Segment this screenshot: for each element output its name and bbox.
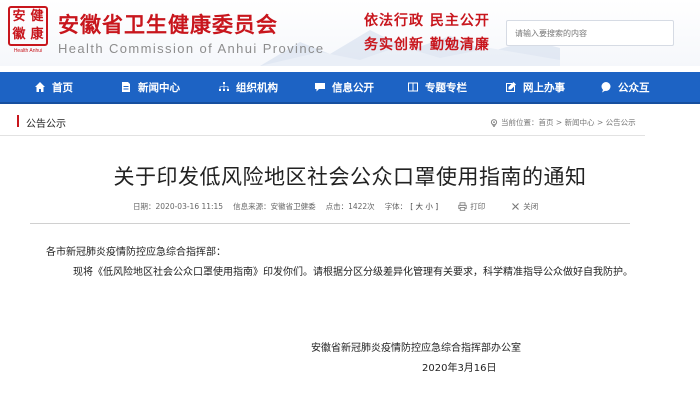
nav-item-label: 网上办事 xyxy=(523,81,565,94)
close-icon xyxy=(512,203,520,210)
breadcrumb: 当前位置： 首页 > 新闻中心 > 公告公示 xyxy=(490,117,636,128)
logo-seal: 安 健 徽 康 xyxy=(8,6,48,46)
nav-item-disclosure[interactable]: 信息公开 xyxy=(314,72,374,102)
speech-icon xyxy=(601,82,611,93)
logo-caption: Health Anhui xyxy=(13,48,43,54)
logo-char: 健 xyxy=(30,9,44,24)
print-label: 打印 xyxy=(470,202,486,211)
nav-item-organization[interactable]: 组织机构 xyxy=(218,72,278,102)
nav-item-online-services[interactable]: 网上办事 xyxy=(505,72,565,102)
close-label: 关闭 xyxy=(523,202,539,211)
page-bottom xyxy=(0,384,700,405)
nav-item-label: 首页 xyxy=(52,81,73,94)
main-nav: 首页 新闻中心 组织机构 信息公开 专题专栏 网上办事 公众互 xyxy=(0,72,700,104)
nav-item-label: 专题专栏 xyxy=(425,81,467,94)
section-title: 公告公示 xyxy=(26,119,66,130)
search-box[interactable] xyxy=(506,20,674,46)
signature-org: 安徽省新冠肺炎疫情防控应急综合指挥部办公室 xyxy=(311,343,521,354)
signature-date: 2020年3月16日 xyxy=(422,363,497,374)
nav-item-label: 公众互 xyxy=(618,81,650,94)
search-input[interactable] xyxy=(507,21,673,46)
edit-icon xyxy=(506,82,516,92)
breadcrumb-bar: 公告公示 当前位置： 首页 > 新闻中心 > 公告公示 xyxy=(0,106,645,136)
print-button[interactable]: 打印 xyxy=(458,201,495,212)
close-button[interactable]: 关闭 xyxy=(511,201,548,212)
breadcrumb-news[interactable]: 新闻中心 xyxy=(565,117,595,128)
site-logo[interactable]: 安 健 徽 康 Health Anhui xyxy=(8,6,48,58)
organization-icon xyxy=(219,82,229,91)
chat-icon xyxy=(315,83,325,92)
publish-date: 日期：2020-03-16 11:15 xyxy=(133,202,224,211)
article-title: 关于印发低风险地区社会公众口罩使用指南的通知 xyxy=(113,165,587,189)
breadcrumb-label: 当前位置： xyxy=(501,118,539,127)
slogan-line-1: 依法行政 民主公开 xyxy=(364,13,490,29)
logo-char: 徽 xyxy=(12,27,26,42)
columns-icon xyxy=(408,82,418,92)
nav-item-news[interactable]: 新闻中心 xyxy=(120,72,180,102)
breadcrumb-home[interactable]: 首页 xyxy=(539,117,554,128)
section-marker xyxy=(17,115,19,127)
info-source: 信息来源：安徽省卫健委 xyxy=(233,202,316,211)
breadcrumb-separator: > xyxy=(553,118,565,127)
click-count: 点击：1422次 xyxy=(325,202,375,211)
document-icon xyxy=(122,82,130,92)
home-icon xyxy=(35,82,45,92)
nav-item-label: 新闻中心 xyxy=(138,81,180,94)
divider xyxy=(30,223,630,224)
nav-item-home[interactable]: 首页 xyxy=(34,72,73,102)
article-panel: 公告公示 当前位置： 首页 > 新闻中心 > 公告公示 关于印发低风险地区社会公… xyxy=(0,106,645,384)
logo-char: 康 xyxy=(30,27,44,42)
site-subtitle: Health Commission of Anhui Province xyxy=(58,41,325,56)
nav-item-public-interaction[interactable]: 公众互 xyxy=(600,72,650,102)
nav-item-label: 组织机构 xyxy=(236,81,278,94)
slogan-line-2: 务实创新 勤勉清廉 xyxy=(364,37,490,53)
breadcrumb-separator: > xyxy=(594,118,606,127)
font-size-label: 字体： xyxy=(384,202,408,211)
location-pin-icon xyxy=(490,118,498,127)
article-meta: 日期：2020-03-16 11:15 信息来源：安徽省卫健委 点击：1422次… xyxy=(133,201,564,212)
article-body: 现将《低风险地区社会公众口罩使用指南》印发你们。请根据分区分级差异化管理有关要求… xyxy=(73,267,633,278)
salutation: 各市新冠肺炎疫情防控应急综合指挥部： xyxy=(46,247,226,258)
nav-item-topics[interactable]: 专题专栏 xyxy=(407,72,467,102)
font-size-toggle[interactable]: [ 大 小 ] xyxy=(410,201,438,212)
site-header: 安 健 徽 康 Health Anhui 安徽省卫生健康委员会 Health C… xyxy=(0,0,700,66)
breadcrumb-notices[interactable]: 公告公示 xyxy=(606,117,636,128)
nav-item-label: 信息公开 xyxy=(332,81,374,94)
font-size-control: 字体： [ 大 小 ] xyxy=(385,201,449,212)
site-title[interactable]: 安徽省卫生健康委员会 xyxy=(58,9,278,39)
print-icon xyxy=(458,202,467,211)
logo-char: 安 xyxy=(12,9,26,24)
